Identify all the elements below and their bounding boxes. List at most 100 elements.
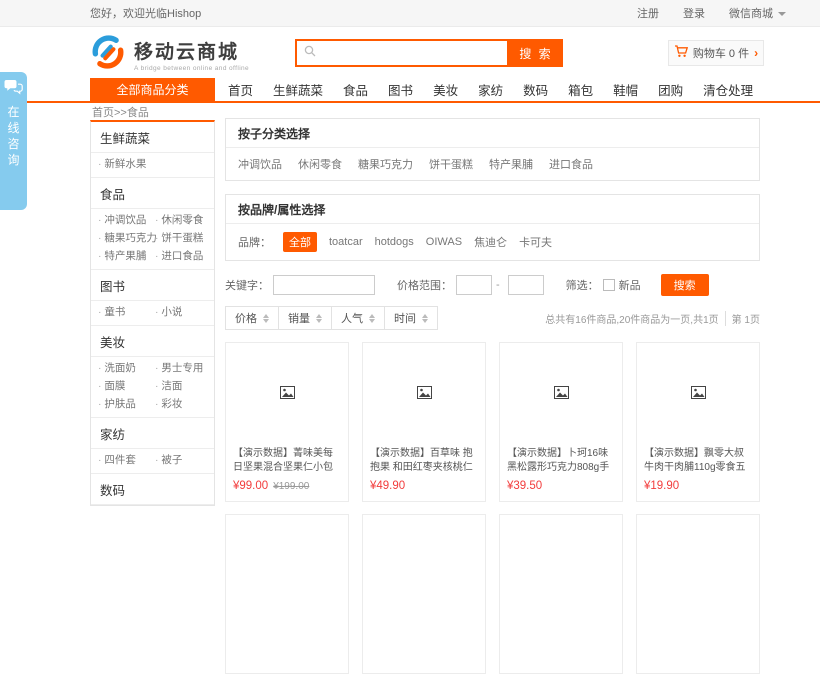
brand-option[interactable]: toatcar: [329, 236, 363, 248]
product-grid-row-1: 【演示数据】菁味美每日坚果混合坚果仁小包装30包¥99.00¥199.00【演示…: [225, 342, 760, 502]
subcategory-filter-box: 按子分类选择 冲调饮品休闲零食糖果巧克力饼干蛋糕特产果脯进口食品: [225, 118, 760, 181]
chat-widget-label: 在线咨询: [7, 104, 21, 168]
sidebar-item[interactable]: 特产果脯: [98, 248, 155, 263]
product-price-row: ¥19.90: [637, 475, 759, 501]
nav-item-数码[interactable]: 数码: [523, 80, 548, 99]
subcategory-filter-options: 冲调饮品休闲零食糖果巧克力饼干蛋糕特产果脯进口食品: [226, 148, 759, 180]
brand-option[interactable]: hotdogs: [375, 236, 414, 248]
nav-items: 首页 生鲜蔬菜 食品 图书 美妆 家纺 数码 箱包 鞋帽 团购 清仓处理: [228, 78, 753, 101]
keyword-label: 关键字：: [225, 277, 269, 293]
product-price: ¥19.90: [644, 480, 679, 492]
sort-arrows-icon: [316, 314, 322, 323]
subcategory-link[interactable]: 休闲零食: [298, 156, 342, 172]
subcategory-link[interactable]: 冲调饮品: [238, 156, 282, 172]
sidebar-item[interactable]: 童书: [98, 304, 155, 319]
cart-button[interactable]: 购物车 0 件 ›: [668, 40, 764, 66]
search-box: [295, 39, 509, 67]
top-link-登录[interactable]: 登录: [683, 5, 705, 21]
sort-arrows-icon: [263, 314, 269, 323]
nav-item-家纺[interactable]: 家纺: [478, 80, 503, 99]
product-card[interactable]: [225, 514, 349, 674]
keyword-filter-row: 关键字： 价格范围： - 筛选： 新品 搜索: [225, 274, 760, 296]
top-links: 注册 登录 微信商城: [637, 5, 786, 21]
sidebar-item[interactable]: 休闲零食: [155, 212, 207, 227]
sidebar-item[interactable]: 小说: [155, 304, 207, 319]
subcategory-link[interactable]: 饼干蛋糕: [429, 156, 473, 172]
product-image: [637, 343, 759, 447]
sidebar-section-title[interactable]: 数码: [91, 473, 214, 504]
product-title: 【演示数据】卜珂16味黑松露形巧克力808g手工礼盒装（代可可脂）: [500, 447, 622, 475]
brand-option[interactable]: 卡可夫: [519, 234, 552, 250]
product-card[interactable]: 【演示数据】百草味 抱抱果 和田红枣夹核桃仁 新疆大枣干枣特产¥49.90: [362, 342, 486, 502]
price-max-input[interactable]: [508, 275, 544, 295]
sidebar-section-title[interactable]: 图书: [91, 269, 214, 300]
nav-item-鞋帽[interactable]: 鞋帽: [613, 80, 638, 99]
search-input[interactable]: [321, 43, 507, 63]
logo-text: 移动云商城 A bridge between online and offlin…: [134, 37, 249, 72]
subcategory-filter-title: 按子分类选择: [226, 119, 759, 148]
cart-label: 购物车 0 件: [693, 45, 749, 61]
sidebar-section-title[interactable]: 美妆: [91, 325, 214, 356]
search-button[interactable]: 搜 索: [509, 39, 563, 67]
sidebar-section-items: 洗面奶男士专用面膜洁面护肤品彩妆: [91, 356, 214, 417]
top-link-微信商城[interactable]: 微信商城: [729, 5, 786, 21]
keyword-input[interactable]: [273, 275, 375, 295]
sidebar-item[interactable]: 进口食品: [155, 248, 207, 263]
product-card[interactable]: 【演示数据】菁味美每日坚果混合坚果仁小包装30包¥99.00¥199.00: [225, 342, 349, 502]
page-indicator: 第 1页: [725, 311, 760, 326]
sort-button-人气[interactable]: 人气: [331, 306, 385, 330]
sidebar-item[interactable]: 洗面奶: [98, 360, 155, 375]
nav-item-美妆[interactable]: 美妆: [433, 80, 458, 99]
sidebar-item[interactable]: 饼干蛋糕: [155, 230, 207, 245]
sidebar-section-items: 冲调饮品休闲零食糖果巧克力饼干蛋糕特产果脯进口食品: [91, 208, 214, 269]
sort-up-icon: [369, 314, 375, 318]
all-categories-button[interactable]: 全部商品分类: [90, 78, 215, 101]
sidebar-item[interactable]: 冲调饮品: [98, 212, 155, 227]
new-product-checkbox[interactable]: [603, 279, 615, 291]
filter-search-button[interactable]: 搜索: [661, 274, 709, 296]
nav-item-食品[interactable]: 食品: [343, 80, 368, 99]
sort-button-价格[interactable]: 价格: [225, 306, 279, 330]
sidebar-section-items: 童书小说: [91, 300, 214, 325]
brand-option[interactable]: OIWAS: [426, 236, 462, 248]
site-logo[interactable]: 移动云商城 A bridge between online and offlin…: [90, 34, 249, 75]
sidebar-section-title[interactable]: 家纺: [91, 417, 214, 448]
sidebar-item[interactable]: 面膜: [98, 378, 155, 393]
nav-item-首页[interactable]: 首页: [228, 80, 253, 99]
nav-item-清仓处理[interactable]: 清仓处理: [703, 80, 753, 99]
sort-down-icon: [369, 319, 375, 323]
subcategory-link[interactable]: 进口食品: [549, 156, 593, 172]
brand-option[interactable]: 焦迪仑: [474, 234, 507, 250]
sidebar-item[interactable]: 彩妆: [155, 396, 207, 411]
price-min-input[interactable]: [456, 275, 492, 295]
sidebar-section-title[interactable]: 生鲜蔬菜: [91, 122, 214, 152]
cart-arrow-icon: ›: [754, 46, 758, 60]
online-chat-widget[interactable]: 在线咨询: [0, 72, 27, 210]
subcategory-link[interactable]: 糖果巧克力: [358, 156, 413, 172]
nav-item-箱包[interactable]: 箱包: [568, 80, 593, 99]
brand-option[interactable]: 全部: [283, 232, 317, 252]
sidebar-item[interactable]: 四件套: [98, 452, 155, 467]
top-link-注册[interactable]: 注册: [637, 5, 659, 21]
product-card[interactable]: [362, 514, 486, 674]
product-card[interactable]: 【演示数据】飘零大叔牛肉干肉脯110g零食五香味手撕风干牛肉片¥19.90: [636, 342, 760, 502]
brand-filter-box: 按品牌/属性选择 品牌： 全部toatcarhotdogsOIWAS焦迪仑卡可夫: [225, 194, 760, 261]
sidebar-item[interactable]: 新鲜水果: [98, 156, 155, 171]
sidebar-item[interactable]: 男士专用: [155, 360, 207, 375]
product-image: [363, 343, 485, 447]
product-card[interactable]: [499, 514, 623, 674]
sidebar-section-title[interactable]: 食品: [91, 177, 214, 208]
sidebar-item[interactable]: 被子: [155, 452, 207, 467]
sidebar-item[interactable]: 护肤品: [98, 396, 155, 411]
sort-button-时间[interactable]: 时间: [384, 306, 438, 330]
nav-item-团购[interactable]: 团购: [658, 80, 683, 99]
nav-item-图书[interactable]: 图书: [388, 80, 413, 99]
nav-item-生鲜蔬菜[interactable]: 生鲜蔬菜: [273, 80, 323, 99]
sort-button-销量[interactable]: 销量: [278, 306, 332, 330]
sidebar-item[interactable]: 糖果巧克力: [98, 230, 155, 245]
product-card[interactable]: 【演示数据】卜珂16味黑松露形巧克力808g手工礼盒装（代可可脂）¥39.50: [499, 342, 623, 502]
sort-down-icon: [263, 319, 269, 323]
subcategory-link[interactable]: 特产果脯: [489, 156, 533, 172]
product-card[interactable]: [636, 514, 760, 674]
sidebar-item[interactable]: 洁面: [155, 378, 207, 393]
